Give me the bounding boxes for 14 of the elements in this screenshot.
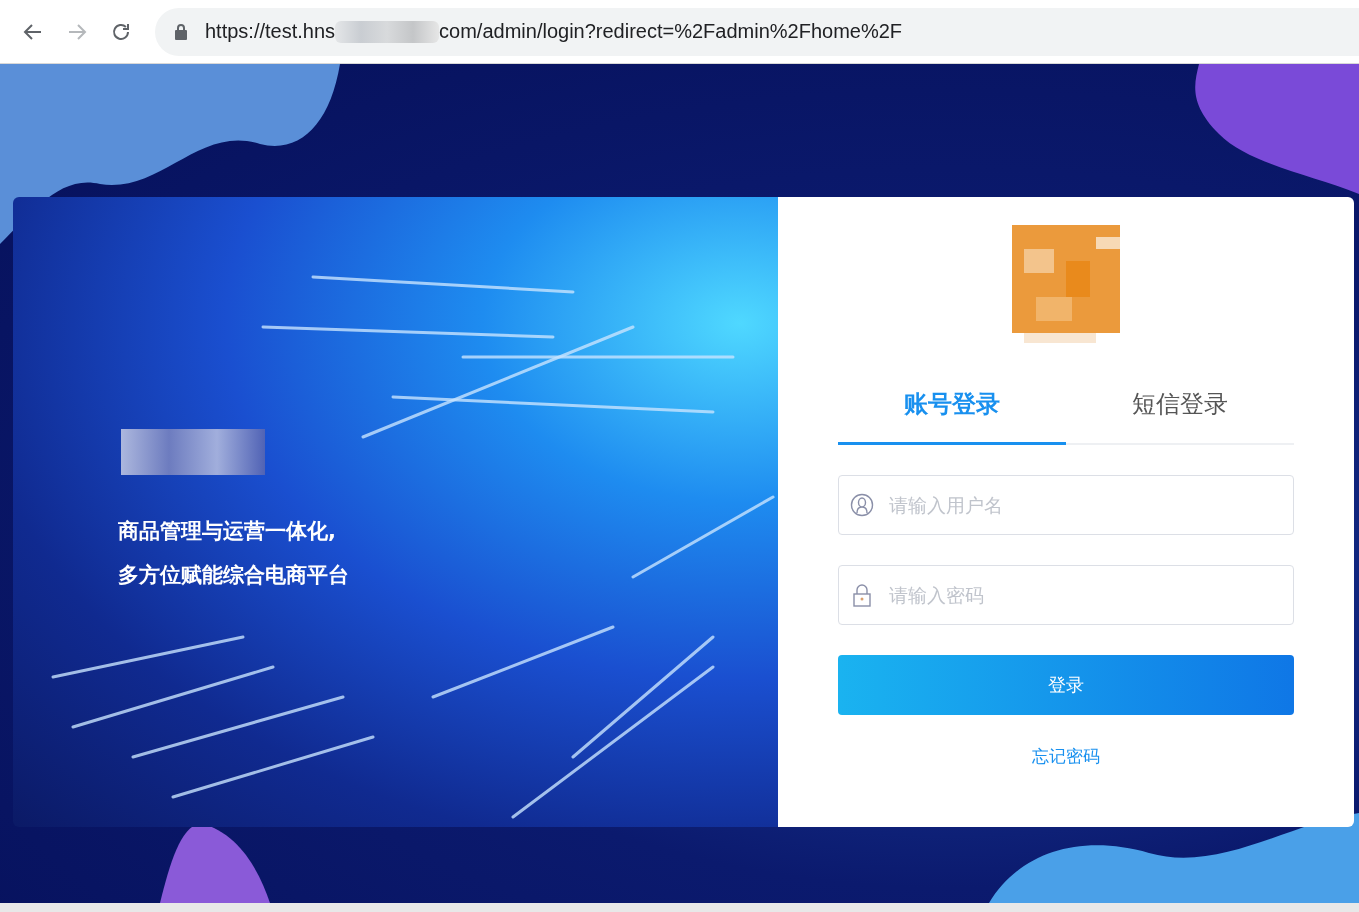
url-text: https://test.hns bbox=[205, 20, 336, 43]
login-tab[interactable]: 短信登录 bbox=[1066, 376, 1294, 445]
lock-icon bbox=[175, 23, 187, 40]
lock-icon bbox=[850, 583, 874, 607]
user-icon bbox=[850, 493, 874, 517]
input-field[interactable]: 请输入用户名 bbox=[838, 475, 1294, 535]
slogan-text: 多方位赋能综合电商平台 bbox=[118, 562, 349, 589]
url-text: com/admin/login?redirect=%2Fadmin%2Fhome%2F bbox=[439, 20, 903, 43]
forgot-password-link[interactable]: 忘记密码 bbox=[1032, 745, 1100, 768]
input-field[interactable]: 请输入密码 bbox=[838, 565, 1294, 625]
slogan-text: 商品管理与运营一体化, bbox=[118, 518, 337, 545]
login-tab[interactable]: 账号登录 bbox=[838, 376, 1066, 445]
address-bar[interactable]: https://test.hns com/admin/login?redirect=%2Fadmin%2Fhome%2F bbox=[155, 7, 1359, 56]
login-button[interactable]: 登录 bbox=[838, 655, 1294, 715]
